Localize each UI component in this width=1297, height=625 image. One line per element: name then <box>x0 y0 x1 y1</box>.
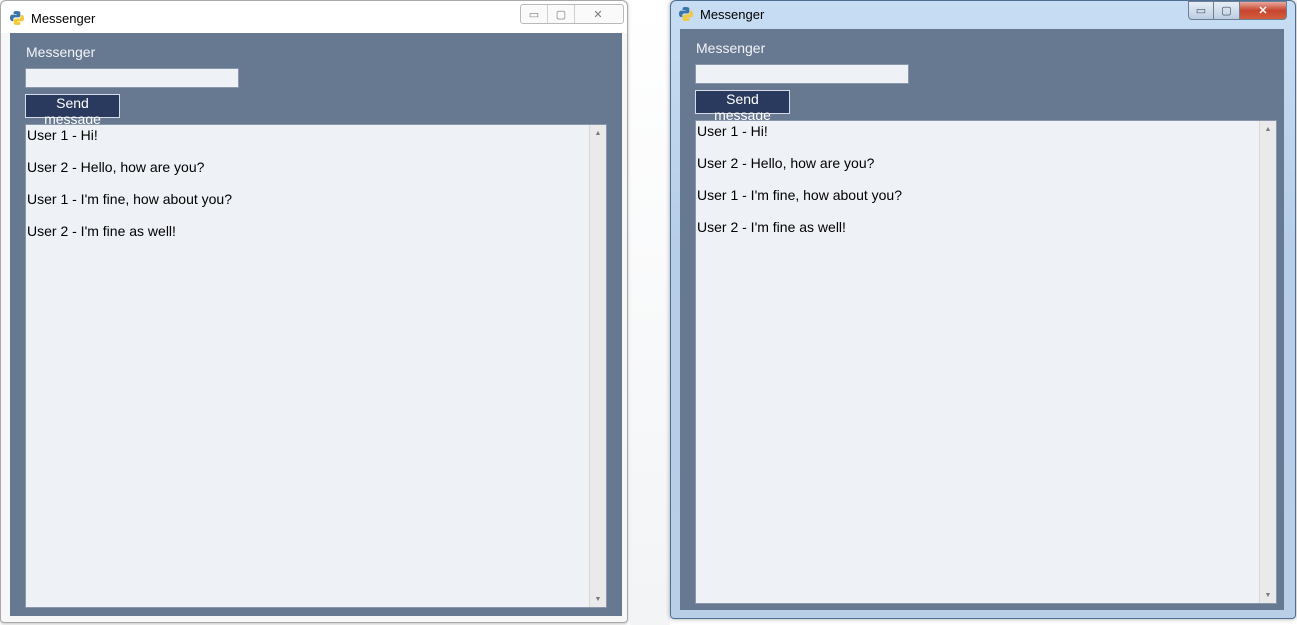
chat-history[interactable]: User 1 - Hi! User 2 - Hello, how are you… <box>695 120 1277 604</box>
messenger-window-inactive[interactable]: Messenger ▭ ▢ ✕ Messenger Send message U… <box>0 0 628 623</box>
message-input[interactable] <box>695 64 909 84</box>
scroll-down-icon[interactable]: ▼ <box>1260 587 1276 603</box>
chat-message: User 2 - I'm fine as well! <box>697 219 846 235</box>
messenger-window-active[interactable]: Messenger ▭ ▢ ✕ Messenger Send message U… <box>670 0 1296 619</box>
close-button[interactable]: ✕ <box>575 5 621 23</box>
vertical-scrollbar[interactable]: ▲ ▼ <box>589 125 606 607</box>
title-bar[interactable]: Messenger ▭ ▢ ✕ <box>1 1 627 33</box>
client-area: Messenger Send message User 1 - Hi! User… <box>680 29 1284 610</box>
scroll-up-icon[interactable]: ▲ <box>1260 121 1276 137</box>
close-icon: ✕ <box>593 8 603 21</box>
chat-history[interactable]: User 1 - Hi! User 2 - Hello, how are you… <box>25 124 607 608</box>
minimize-icon: ▭ <box>1195 5 1207 17</box>
minimize-button[interactable]: ▭ <box>521 5 548 23</box>
chat-message: User 1 - Hi! <box>27 127 98 143</box>
window-title: Messenger <box>31 11 96 26</box>
send-message-button[interactable]: Send message <box>695 90 790 123</box>
python-logo-icon <box>10 11 24 25</box>
maximize-button[interactable]: ▢ <box>1214 1 1240 20</box>
vertical-scrollbar[interactable]: ▲ ▼ <box>1259 121 1276 603</box>
app-heading: Messenger <box>696 40 766 56</box>
chat-message: User 1 - I'm fine, how about you? <box>27 191 232 207</box>
minimize-button[interactable]: ▭ <box>1188 1 1214 20</box>
desktop-background <box>630 0 670 625</box>
chat-message: User 2 - I'm fine as well! <box>27 223 176 239</box>
close-icon: ✕ <box>1258 5 1268 17</box>
window-controls: ▭ ▢ ✕ <box>520 4 624 24</box>
window-controls: ▭ ▢ ✕ <box>1188 1 1287 20</box>
chat-message: User 2 - Hello, how are you? <box>27 159 205 175</box>
python-logo-icon <box>679 7 693 21</box>
maximize-button[interactable]: ▢ <box>548 5 575 23</box>
window-title: Messenger <box>700 7 765 22</box>
send-message-button[interactable]: Send message <box>25 94 120 127</box>
message-input[interactable] <box>25 68 239 88</box>
maximize-icon: ▢ <box>1221 5 1232 17</box>
chat-message: User 1 - I'm fine, how about you? <box>697 187 902 203</box>
close-button[interactable]: ✕ <box>1240 1 1287 20</box>
chat-message: User 2 - Hello, how are you? <box>697 155 875 171</box>
app-heading: Messenger <box>26 44 96 60</box>
scroll-down-icon[interactable]: ▼ <box>590 591 606 607</box>
client-area: Messenger Send message User 1 - Hi! User… <box>10 33 622 616</box>
message-list: User 1 - Hi! User 2 - Hello, how are you… <box>696 121 1258 603</box>
maximize-icon: ▢ <box>555 8 567 21</box>
minimize-icon: ▭ <box>528 8 540 21</box>
chat-message: User 1 - Hi! <box>697 123 768 139</box>
scroll-up-icon[interactable]: ▲ <box>590 125 606 141</box>
message-list: User 1 - Hi! User 2 - Hello, how are you… <box>26 125 588 607</box>
